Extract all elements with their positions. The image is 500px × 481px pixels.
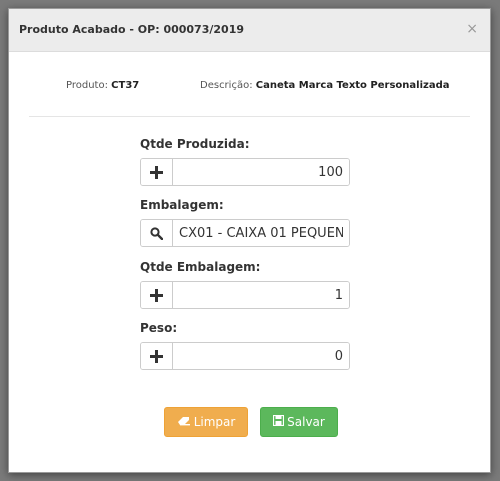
save-icon	[273, 414, 285, 429]
search-icon[interactable]	[141, 220, 173, 246]
eraser-icon	[177, 415, 191, 429]
produto-label: Produto:	[66, 80, 108, 91]
salvar-label: Salvar	[287, 415, 325, 429]
salvar-button[interactable]: Salvar	[260, 407, 338, 437]
descricao-info: Descrição: Caneta Marca Texto Personaliz…	[200, 80, 449, 91]
qtde-produzida-label: Qtde Produzida:	[140, 137, 250, 151]
limpar-button[interactable]: Limpar	[164, 407, 248, 437]
produto-info: Produto: CT37	[66, 80, 139, 91]
divider	[29, 116, 470, 117]
embalagem-input[interactable]	[173, 220, 349, 246]
peso-label: Peso:	[140, 321, 178, 335]
descricao-label: Descrição:	[200, 80, 253, 91]
embalagem-label: Embalagem:	[140, 198, 224, 212]
plus-icon[interactable]	[141, 343, 173, 369]
plus-icon[interactable]	[141, 159, 173, 185]
modal-header: Produto Acabado - OP: 000073/2019 ×	[9, 9, 490, 52]
limpar-label: Limpar	[193, 415, 236, 429]
produto-acabado-modal: Produto Acabado - OP: 000073/2019 × Prod…	[8, 8, 491, 473]
qtde-produzida-input[interactable]	[173, 159, 349, 185]
qtde-embalagem-input[interactable]	[173, 282, 349, 308]
qtde-produzida-group	[140, 158, 350, 186]
produto-value: CT37	[111, 80, 140, 91]
modal-title: Produto Acabado - OP: 000073/2019	[19, 23, 245, 36]
close-icon[interactable]: ×	[466, 22, 478, 36]
peso-input[interactable]	[173, 343, 349, 369]
embalagem-group	[140, 219, 350, 247]
qtde-embalagem-group	[140, 281, 350, 309]
qtde-embalagem-label: Qtde Embalagem:	[140, 260, 261, 274]
descricao-value: Caneta Marca Texto Personalizada	[255, 80, 450, 91]
plus-icon[interactable]	[141, 282, 173, 308]
peso-group	[140, 342, 350, 370]
